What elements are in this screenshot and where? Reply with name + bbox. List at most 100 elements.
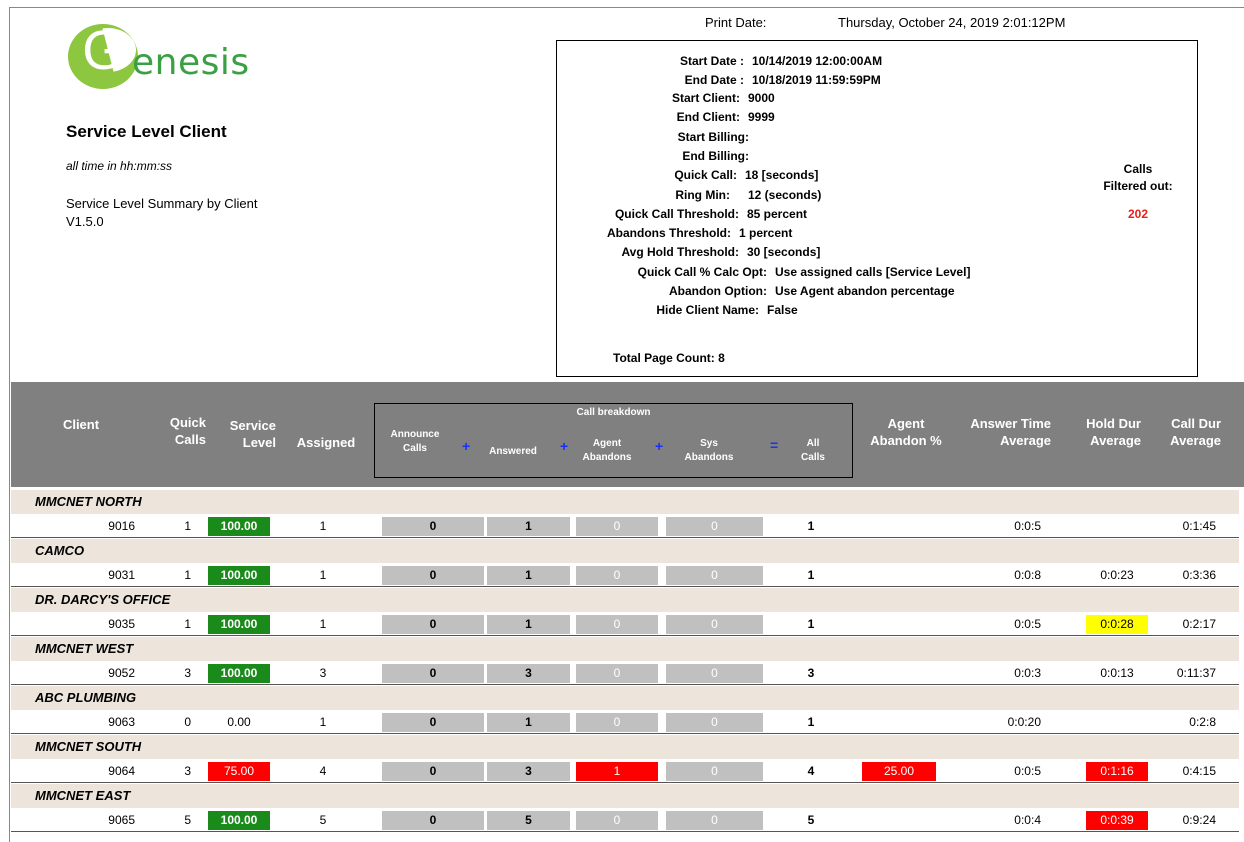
table-row: 9035 1 100.00 1 0 1 0 0 1 0:0:5 0:0:28 0:2:17 [11, 612, 1239, 636]
call-duration: 0:2:8 [1189, 715, 1216, 729]
announce-calls: 0 [382, 811, 484, 830]
hold-duration: 0:0:13 [1100, 666, 1134, 680]
client-group: MMCNET WEST 9052 3 100.00 3 0 3 0 0 3 0:0:3 0:0:13 0… [11, 637, 1239, 685]
all-calls: 4 [807, 764, 815, 778]
agent-abandons: 1 [576, 762, 658, 781]
sys-abandons: 0 [666, 517, 763, 536]
hold-duration [1086, 517, 1148, 536]
param-quick-call-calc-opt: Quick Call % Calc Opt: Use assigned calls… [637, 265, 971, 279]
client-id: 9052 [108, 666, 135, 680]
sys-abandons: 0 [666, 664, 763, 683]
hold-duration: 0:0:23 [1100, 568, 1134, 582]
sys-abandons: 0 [666, 811, 763, 830]
assigned: 3 [319, 666, 327, 680]
answer-time: 0:0:20 [1007, 715, 1041, 729]
report-version: V1.5.0 [66, 214, 104, 229]
call-duration: 0:4:15 [1182, 764, 1216, 778]
client-group: MMCNET SOUTH 9064 3 75.00 4 0 3 1 0 4 25.00 0:0:5 0:… [11, 735, 1239, 783]
call-duration: 0:2:17 [1182, 617, 1216, 631]
total-page-count: Total Page Count: 8 [613, 351, 725, 365]
call-duration: 0:11:37 [1176, 666, 1216, 680]
call-duration: 0:1:45 [1182, 519, 1216, 533]
service-level: 100.00 [208, 664, 270, 683]
announce-calls: 0 [382, 566, 484, 585]
agent-abandon-pct [862, 664, 936, 683]
agent-abandons: 0 [576, 517, 658, 536]
answered: 5 [487, 811, 570, 830]
col-answer-time: Answer Time Average [970, 416, 1051, 448]
quick-calls: 1 [184, 568, 191, 582]
print-date-value: Thursday, October 24, 2019 2:01:12PM [838, 15, 1066, 30]
hold-duration [1086, 713, 1148, 732]
assigned: 1 [319, 519, 327, 533]
agent-abandons: 0 [576, 615, 658, 634]
announce-calls: 0 [382, 713, 484, 732]
answer-time: 0:0:5 [1014, 617, 1041, 631]
assigned: 4 [319, 764, 327, 778]
logo-wordmark: enesis [132, 42, 250, 83]
sys-abandons: 0 [666, 762, 763, 781]
sys-abandons: 0 [666, 566, 763, 585]
service-level: 100.00 [208, 615, 270, 634]
param-end-date: End Date :10/18/2019 11:59:59PM [684, 73, 881, 87]
col-assigned: Assigned [296, 435, 356, 450]
client-group: DR. DARCY'S OFFICE 9035 1 100.00 1 0 1 0 0 1 0:0:5… [11, 588, 1239, 636]
assigned: 5 [319, 813, 327, 827]
col-hold-dur: Hold Dur Average [1086, 416, 1141, 448]
equals-sign: = [770, 437, 779, 453]
param-abandons-threshold: Abandons Threshold: 1 percent [607, 226, 793, 240]
time-note: all time in hh:mm:ss [66, 159, 173, 173]
report-summary: Service Level Summary by Client [66, 196, 258, 211]
table-row: 9052 3 100.00 3 0 3 0 0 3 0:0:3 0:0:13 0:11:37 [11, 661, 1239, 685]
calls-filtered-count: 202 [1127, 207, 1149, 221]
agent-abandon-pct [862, 615, 936, 634]
agent-abandons: 0 [576, 811, 658, 830]
page-frame-top [9, 7, 1244, 8]
report-parameters: Start Date :10/14/2019 12:00:00AM End Da… [556, 40, 1198, 377]
table-row: 9063 0 0.00 1 0 1 0 0 1 0:0:20 0:2:8 [11, 710, 1239, 734]
announce-calls: 0 [382, 664, 484, 683]
agent-abandon-pct [862, 811, 936, 830]
plus-sign: + [655, 438, 664, 454]
col-all-calls: All Calls [801, 438, 825, 463]
call-breakdown-group: Call breakdown Announce Calls + Answered … [374, 403, 853, 478]
client-group-name: ABC PLUMBING [11, 686, 1239, 710]
client-group-name: MMCNET NORTH [11, 490, 1239, 514]
client-id: 9016 [108, 519, 135, 533]
all-calls: 1 [807, 617, 815, 631]
all-calls: 3 [807, 666, 815, 680]
param-abandon-option: Abandon Option: Use Agent abandon percent… [669, 284, 955, 298]
client-group-name: MMCNET WEST [11, 637, 1239, 661]
calls-filtered-label: Calls Filtered out: [1103, 162, 1173, 193]
sys-abandons: 0 [666, 713, 763, 732]
param-hide-client-name: Hide Client Name: False [656, 303, 798, 317]
param-ring-min: Ring Min: 12 (seconds) [675, 188, 822, 202]
table-row: 9016 1 100.00 1 0 1 0 0 1 0:0:5 0:1:45 [11, 514, 1239, 538]
quick-calls: 5 [184, 813, 191, 827]
client-group-name: CAMCO [11, 539, 1239, 563]
report-title: Service Level Client [66, 122, 227, 141]
genesis-logo: G enesis [68, 24, 268, 104]
answered: 1 [487, 566, 570, 585]
client-group: CAMCO 9031 1 100.00 1 0 1 0 0 1 0:0:8 0:0:23 0:3:36 [11, 539, 1239, 587]
call-duration: 0:9:24 [1182, 813, 1216, 827]
client-group-name: MMCNET SOUTH [11, 735, 1239, 759]
print-date-label: Print Date: [705, 15, 767, 30]
answer-time: 0:0:3 [1014, 666, 1041, 680]
assigned: 1 [319, 617, 327, 631]
param-end-billing: End Billing: [682, 149, 749, 163]
col-answered: Answered [489, 446, 537, 457]
all-calls: 5 [807, 813, 815, 827]
param-avg-hold-threshold: Avg Hold Threshold: 30 [seconds] [621, 245, 821, 259]
assigned: 1 [319, 715, 327, 729]
col-announce-calls: Announce Calls [390, 429, 440, 454]
client-group: MMCNET NORTH 9016 1 100.00 1 0 1 0 0 1 0:0:5 0:1:45 [11, 490, 1239, 538]
answered: 3 [487, 762, 570, 781]
col-client: Client [62, 417, 100, 432]
quick-calls: 3 [184, 764, 191, 778]
table-row: 9031 1 100.00 1 0 1 0 0 1 0:0:8 0:0:23 0:3:36 [11, 563, 1239, 587]
client-group-name: MMCNET EAST [11, 784, 1239, 808]
hold-duration: 0:1:16 [1086, 762, 1148, 781]
answered: 1 [487, 713, 570, 732]
service-level: 100.00 [208, 517, 270, 536]
